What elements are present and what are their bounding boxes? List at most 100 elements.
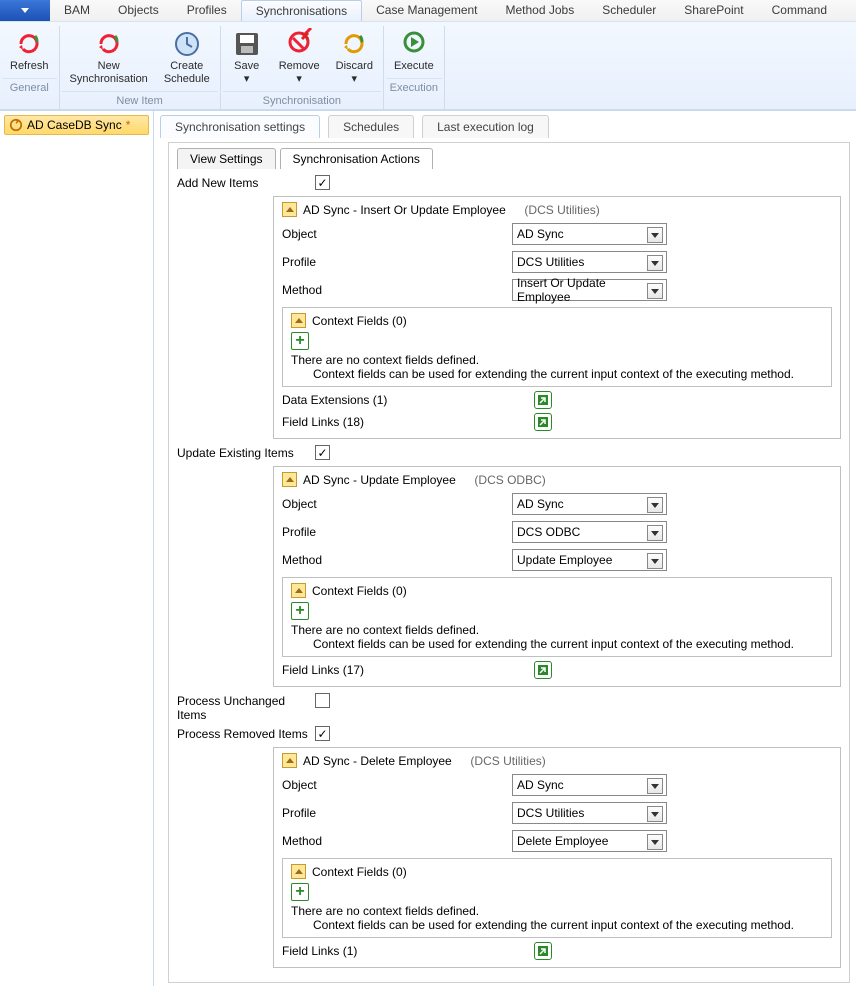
menu-method-jobs[interactable]: Method Jobs <box>492 0 589 21</box>
expand-button[interactable] <box>534 661 552 679</box>
toolbar-discard-button[interactable]: Discard▾ <box>328 26 381 88</box>
menu-profiles[interactable]: Profiles <box>173 0 241 21</box>
action-block: AD Sync - Insert Or Update Employee (DCS… <box>273 196 841 439</box>
section-label: Process Unchanged Items <box>177 691 315 722</box>
action-title: AD Sync - Update Employee (DCS ODBC) <box>282 472 832 487</box>
object-dropdown[interactable]: AD Sync <box>512 774 667 796</box>
menu-bam[interactable]: BAM <box>50 0 104 21</box>
sidebar-item-label: AD CaseDB Sync <box>27 118 122 132</box>
profile-dropdown[interactable]: DCS Utilities <box>512 802 667 824</box>
form-line-method: MethodUpdate Employee <box>282 549 832 571</box>
toolbar-execute-button[interactable]: Execute <box>386 26 442 75</box>
context-message: There are no context fields defined.Cont… <box>291 904 823 932</box>
main: AD CaseDB Sync * Synchronisation setting… <box>0 111 856 986</box>
extra-line: Field Links (18) <box>282 413 832 431</box>
section-body <box>315 173 841 192</box>
action-block: AD Sync - Update Employee (DCS ODBC) Obje… <box>273 466 841 687</box>
toolbar-create-button[interactable]: CreateSchedule <box>156 26 218 88</box>
collapse-icon[interactable] <box>291 864 306 879</box>
section-checkbox[interactable] <box>315 693 330 708</box>
form-line-profile: ProfileDCS Utilities <box>282 251 832 273</box>
tab-last-execution-log[interactable]: Last execution log <box>422 115 549 138</box>
method-dropdown[interactable]: Delete Employee <box>512 830 667 852</box>
section-label: Process Removed Items <box>177 724 315 741</box>
action-block: AD Sync - Delete Employee (DCS Utilities… <box>273 747 841 968</box>
collapse-icon[interactable] <box>291 583 306 598</box>
expand-button[interactable] <box>534 942 552 960</box>
extra-label: Field Links (17) <box>282 663 534 677</box>
method-dropdown[interactable]: Update Employee <box>512 549 667 571</box>
collapse-icon[interactable] <box>291 313 306 328</box>
section-row: Process Removed Items <box>177 724 841 743</box>
expand-button[interactable] <box>534 391 552 409</box>
menu-objects[interactable]: Objects <box>104 0 173 21</box>
context-head: Context Fields (0) <box>291 313 823 328</box>
toolbar-new-button[interactable]: NewSynchronisation <box>62 26 156 88</box>
extra-label: Field Links (18) <box>282 415 534 429</box>
object-dropdown[interactable]: AD Sync <box>512 493 667 515</box>
section-body <box>315 443 841 462</box>
sidebar-item-dirty: * <box>126 118 131 132</box>
tool-group-general: RefreshGeneral <box>0 26 60 109</box>
profile-dropdown[interactable]: DCS ODBC <box>512 521 667 543</box>
form-label: Object <box>282 227 512 241</box>
menu-command[interactable]: Command <box>758 0 841 21</box>
toolbar-refresh-button[interactable]: Refresh <box>2 26 57 75</box>
menu-scheduler[interactable]: Scheduler <box>588 0 670 21</box>
profile-dropdown[interactable]: DCS Utilities <box>512 251 667 273</box>
extra-line: Field Links (1) <box>282 942 832 960</box>
form-label: Object <box>282 497 512 511</box>
action-title: AD Sync - Insert Or Update Employee (DCS… <box>282 202 832 217</box>
menu-row: BAMObjectsProfilesSynchronisationsCase M… <box>0 0 856 22</box>
subtab-synchronisation-actions[interactable]: Synchronisation Actions <box>280 148 433 169</box>
app-menu-button[interactable] <box>0 0 50 21</box>
section-row: Add New Items <box>177 173 841 192</box>
form-line-profile: ProfileDCS ODBC <box>282 521 832 543</box>
tool-group-execution: ExecuteExecution <box>384 26 445 109</box>
context-head: Context Fields (0) <box>291 864 823 879</box>
add-context-button[interactable] <box>291 602 309 620</box>
collapse-icon[interactable] <box>282 472 297 487</box>
menu-synchronisations[interactable]: Synchronisations <box>241 0 362 21</box>
form-line-profile: ProfileDCS Utilities <box>282 802 832 824</box>
main-tabs: Synchronisation settings Schedules Last ex… <box>160 115 850 138</box>
add-context-button[interactable] <box>291 883 309 901</box>
section-row: Process Unchanged Items <box>177 691 841 722</box>
section-checkbox[interactable] <box>315 445 330 460</box>
toolbar: RefreshGeneralNewSynchronisationCreateSc… <box>0 22 856 110</box>
section-row: Update Existing Items <box>177 443 841 462</box>
add-context-button[interactable] <box>291 332 309 350</box>
form-label: Profile <box>282 525 512 539</box>
form-label: Method <box>282 283 512 297</box>
context-message: There are no context fields defined.Cont… <box>291 623 823 651</box>
section-checkbox[interactable] <box>315 175 330 190</box>
menu-case-management[interactable]: Case Management <box>362 0 491 21</box>
sidebar: AD CaseDB Sync * <box>0 111 154 986</box>
tool-group-label: Synchronisation <box>223 91 381 109</box>
tool-group-new-item: NewSynchronisationCreateScheduleNew Item <box>60 26 221 109</box>
tab-synchronisation-settings[interactable]: Synchronisation settings <box>160 115 320 138</box>
sidebar-item-sync[interactable]: AD CaseDB Sync * <box>4 115 149 135</box>
ribbon: BAMObjectsProfilesSynchronisationsCase M… <box>0 0 856 111</box>
context-fields-box: Context Fields (0)There are no context f… <box>282 307 832 387</box>
collapse-icon[interactable] <box>282 753 297 768</box>
section-label: Add New Items <box>177 173 315 190</box>
subtabs-wrap: View SettingsSynchronisation Actions Add… <box>168 142 850 983</box>
section-body <box>315 724 841 743</box>
method-dropdown[interactable]: Insert Or Update Employee <box>512 279 667 301</box>
content: Synchronisation settings Schedules Last ex… <box>154 111 856 986</box>
extra-label: Field Links (1) <box>282 944 534 958</box>
section-checkbox[interactable] <box>315 726 330 741</box>
menu-sharepoint[interactable]: SharePoint <box>670 0 757 21</box>
toolbar-save-button[interactable]: Save▾ <box>223 26 271 88</box>
expand-button[interactable] <box>534 413 552 431</box>
form-line-method: MethodInsert Or Update Employee <box>282 279 832 301</box>
toolbar-remove-button[interactable]: Remove▾ <box>271 26 328 88</box>
collapse-icon[interactable] <box>282 202 297 217</box>
tab-schedules[interactable]: Schedules <box>328 115 414 138</box>
action-title: AD Sync - Delete Employee (DCS Utilities… <box>282 753 832 768</box>
sync-icon <box>9 118 23 132</box>
section-label: Update Existing Items <box>177 443 315 460</box>
subtab-view-settings[interactable]: View Settings <box>177 148 276 169</box>
object-dropdown[interactable]: AD Sync <box>512 223 667 245</box>
